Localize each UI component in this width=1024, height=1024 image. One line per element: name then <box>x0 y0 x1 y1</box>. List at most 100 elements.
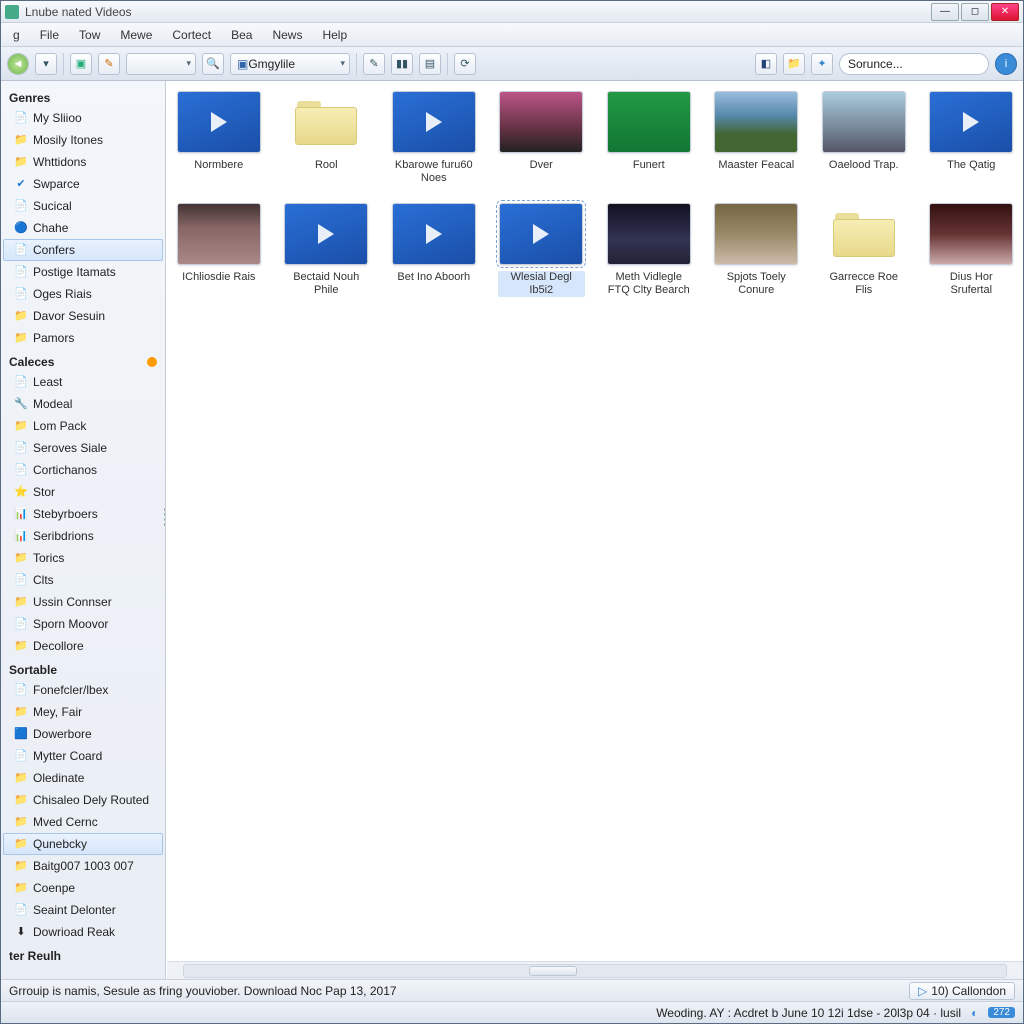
go-button[interactable]: i <box>995 53 1017 75</box>
sidebar-item[interactable]: 📁Lom Pack <box>3 415 163 437</box>
menu-item-bea[interactable]: Bea <box>225 26 258 44</box>
toolbar-dropdown-2[interactable]: ▣ Gmgylile <box>230 53 350 75</box>
menu-item-mewe[interactable]: Mewe <box>114 26 158 44</box>
thumbnail-label: Kbarowe furu60 Noes <box>390 159 478 185</box>
nav-back-button[interactable]: ◄ <box>7 53 29 75</box>
sidebar-item[interactable]: 📁Pamors <box>3 327 163 349</box>
sidebar-resize-handle[interactable] <box>161 494 166 540</box>
thumbnail-item[interactable]: The Qatig <box>928 91 1016 185</box>
scrollbar-thumb[interactable] <box>529 966 577 976</box>
sidebar-item[interactable]: 📄Fonefcler/lbex <box>3 679 163 701</box>
thumbnail-item[interactable]: Maaster Feacal <box>713 91 801 185</box>
sidebar-item[interactable]: 📄Confers <box>3 239 163 261</box>
sidebar-item[interactable]: 📁Coenpe <box>3 877 163 899</box>
thumbnail-item[interactable]: Dius Hor Srufertal <box>928 203 1016 297</box>
sidebar-item-icon: 📄 <box>14 441 28 455</box>
sidebar-item[interactable]: ⬇Dowrioad Reak <box>3 921 163 943</box>
thumbnail-item[interactable]: Rool <box>283 91 371 185</box>
sidebar-item[interactable]: 📄 Seroves Siale <box>3 437 163 459</box>
thumbnail-grid: NormbereRool Kbarowe furu60 Noes Dver Funer… <box>167 81 1023 961</box>
toolbar-dropdown-1[interactable] <box>126 53 196 75</box>
thumbnail-item[interactable]: Dver <box>498 91 586 185</box>
sidebar-item[interactable]: 📄Sucical <box>3 195 163 217</box>
video-icon <box>500 204 582 264</box>
sidebar-item[interactable]: 📁Qunebcky <box>3 833 163 855</box>
thumbnail-item[interactable]: Normbere <box>175 91 263 185</box>
sidebar-item[interactable]: 📁Ussin Connser <box>3 591 163 613</box>
sidebar-item[interactable]: 📊Stebyrboers <box>3 503 163 525</box>
sidebar-item[interactable]: 📊Seribdrions <box>3 525 163 547</box>
sidebar-item[interactable]: 📄Seaint Delonter <box>3 899 163 921</box>
sidebar-item[interactable]: 📁Mey, Fair <box>3 701 163 723</box>
maximize-button[interactable]: ◻ <box>961 3 989 21</box>
search-input[interactable]: Sorunce... <box>839 53 989 75</box>
thumbnail-box <box>284 203 368 265</box>
tool-button-4[interactable]: ▮▮ <box>391 53 413 75</box>
sidebar-item-label: Stebyrboers <box>33 506 98 522</box>
thumbnail-item[interactable]: Oaelood Trap. <box>820 91 908 185</box>
tool-button-6[interactable]: ⟳ <box>454 53 476 75</box>
sidebar-item-icon: 📁 <box>14 309 28 323</box>
sidebar-item[interactable]: 📁Chisaleo Dely Routed <box>3 789 163 811</box>
search-icon[interactable]: 🔍 <box>202 53 224 75</box>
sidebar-item[interactable]: 📁Decollore <box>3 635 163 657</box>
thumbnail-item[interactable]: IChliosdie Rais <box>175 203 263 297</box>
sidebar-item-label: Seroves Siale <box>33 440 107 456</box>
sidebar-item[interactable]: 🔵Chahe <box>3 217 163 239</box>
horizontal-scrollbar[interactable] <box>167 961 1023 979</box>
thumbnail-item[interactable]: Garrecce Roe Flis <box>820 203 908 297</box>
sidebar-item[interactable]: 📄 My Sliioo <box>3 107 163 129</box>
thumbnail-label: Dver <box>528 159 555 172</box>
tool-button-5[interactable]: ▤ <box>419 53 441 75</box>
thumbnail-item[interactable]: Kbarowe furu60 Noes <box>390 91 478 185</box>
menu-item[interactable]: g <box>7 26 26 44</box>
sidebar-item-label: Sporn Moovor <box>33 616 108 632</box>
thumbnail-item[interactable]: Wlesial Degl Ib5i2 <box>498 203 586 297</box>
sidebar-item[interactable]: 📄Oges Riais <box>3 283 163 305</box>
sidebar-item-icon: 📄 <box>14 111 28 125</box>
tool-button-1[interactable]: ▣ <box>70 53 92 75</box>
menu-item-news[interactable]: News <box>266 26 308 44</box>
sidebar-item[interactable]: 📁Whttidons <box>3 151 163 173</box>
sidebar-item[interactable]: 📁Oledinate <box>3 767 163 789</box>
app-icon <box>5 5 19 19</box>
sidebar-item[interactable]: 📄Postige Itamats <box>3 261 163 283</box>
sidebar-item[interactable]: 📁Baitg007 1003 007 <box>3 855 163 877</box>
menu-item-cortect[interactable]: Cortect <box>166 26 217 44</box>
main-body: Genres 📄My Sliioo📁Mosily Itones📁Whttidon… <box>1 81 1023 979</box>
tool-button-2[interactable]: ✎ <box>98 53 120 75</box>
sidebar-item-icon: 📄 <box>14 683 28 697</box>
sidebar-item[interactable]: ⭐Stor <box>3 481 163 503</box>
sidebar-item[interactable]: 📄Clts <box>3 569 163 591</box>
thumbnail-item[interactable]: Bet Ino Aboorh <box>390 203 478 297</box>
sidebar-item[interactable]: 📁Mved Cernc <box>3 811 163 833</box>
scrollbar-track[interactable] <box>183 964 1007 978</box>
sidebar-item[interactable]: 📄Sporn Moovor <box>3 613 163 635</box>
thumbnail-item[interactable]: Spjots Toely Conure <box>713 203 801 297</box>
close-button[interactable]: ✕ <box>991 3 1019 21</box>
nav-dropdown-button[interactable]: ▾ <box>35 53 57 75</box>
sidebar-item[interactable]: 🟦Dowerbore <box>3 723 163 745</box>
sidebar-item[interactable]: 📄Cortichanos <box>3 459 163 481</box>
sidebar-item[interactable]: 🔧Modeal <box>3 393 163 415</box>
minimize-button[interactable]: — <box>931 3 959 21</box>
folder-icon[interactable]: 📁 <box>783 53 805 75</box>
sidebar-item[interactable]: 📄Least <box>3 371 163 393</box>
status-pill[interactable]: ▷10) Callondon <box>909 982 1015 1000</box>
sidebar-item-icon: 📁 <box>14 551 28 565</box>
menu-item-file[interactable]: File <box>34 26 65 44</box>
sidebar-item[interactable]: 📁Torics <box>3 547 163 569</box>
sidebar-item[interactable]: ✔Swparce <box>3 173 163 195</box>
thumbnail-item[interactable]: Funert <box>605 91 693 185</box>
bookmark-icon[interactable]: ◧ <box>755 53 777 75</box>
sidebar-item-label: My Sliioo <box>33 110 82 126</box>
share-icon[interactable]: ✦ <box>811 53 833 75</box>
sidebar-item[interactable]: 📁Mosily Itones <box>3 129 163 151</box>
menu-item-help[interactable]: Help <box>316 26 353 44</box>
sidebar-item[interactable]: 📄Mytter Coard <box>3 745 163 767</box>
thumbnail-item[interactable]: Meth Vidlegle FTQ Clty Bearch <box>605 203 693 297</box>
tool-button-3[interactable]: ✎ <box>363 53 385 75</box>
menu-item-tow[interactable]: Tow <box>73 26 106 44</box>
thumbnail-item[interactable]: Bectaid Nouh Phile <box>283 203 371 297</box>
sidebar-item[interactable]: 📁Davor Sesuin <box>3 305 163 327</box>
